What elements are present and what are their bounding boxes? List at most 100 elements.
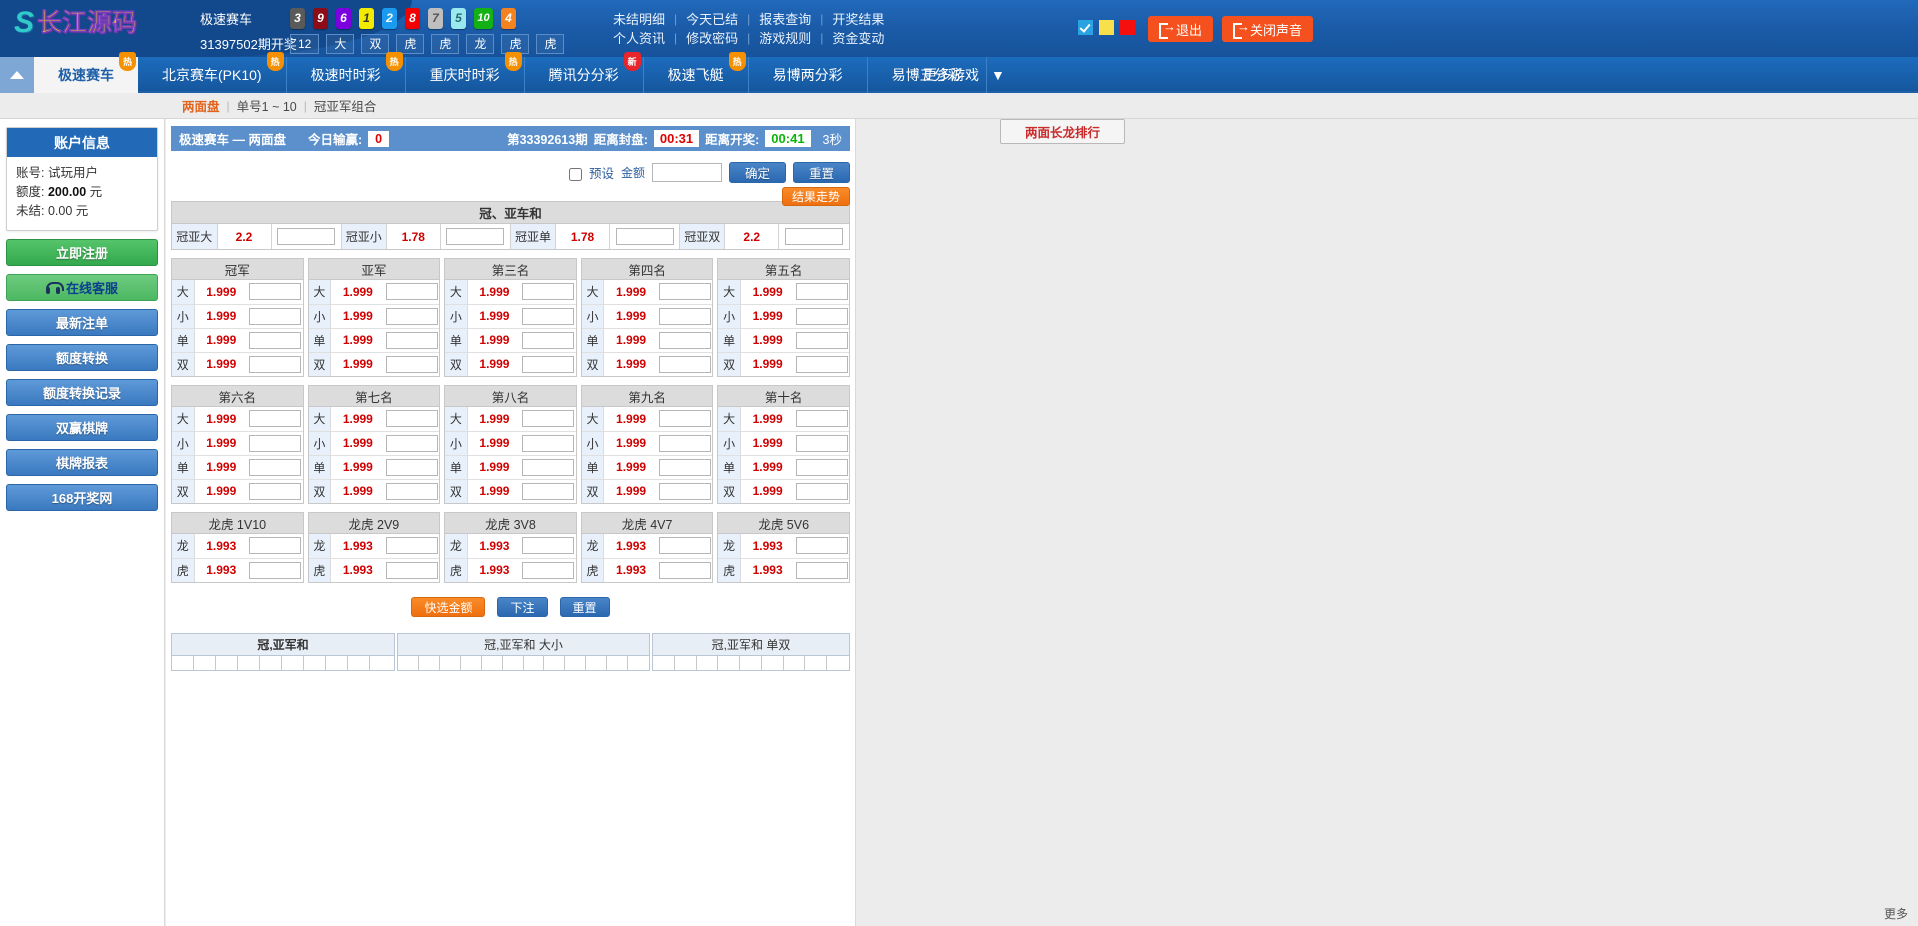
game-tab[interactable]: 易博两分彩 — [749, 57, 868, 93]
check-flag-icon[interactable] — [1078, 20, 1093, 35]
game-tab[interactable]: 北京赛车(PK10) 热 — [138, 52, 287, 93]
breadcrumb-item[interactable]: 两面盘 — [175, 96, 227, 115]
bet-amount-input[interactable] — [385, 331, 438, 349]
bet-amount-input[interactable] — [249, 458, 302, 476]
bet-amount-input[interactable] — [659, 355, 712, 373]
bet-amount-input[interactable] — [249, 283, 302, 301]
bet-amount-input[interactable] — [522, 307, 575, 325]
bet-amount-input[interactable] — [659, 482, 712, 500]
bet-amount-input[interactable] — [385, 410, 438, 428]
sidebar-button[interactable]: 棋牌报表 — [6, 449, 158, 476]
bet-amount-input[interactable] — [659, 331, 712, 349]
bet-amount-input[interactable] — [249, 307, 302, 325]
confirm-button[interactable]: 确定 — [728, 161, 786, 183]
bet-amount-input[interactable] — [249, 561, 302, 579]
bet-amount-input[interactable] — [795, 307, 848, 325]
footer-more-link[interactable]: 更多 — [1884, 905, 1908, 922]
gy-bet-input[interactable] — [615, 228, 674, 245]
header-nav-link[interactable]: 资金变动 — [823, 28, 893, 47]
preset-checkbox-label[interactable]: 预设 — [569, 163, 614, 182]
bet-amount-input[interactable] — [659, 434, 712, 452]
bet-amount-input[interactable] — [385, 283, 438, 301]
header-nav-link[interactable]: 今天已结 — [677, 9, 747, 28]
gy-bet-input[interactable] — [277, 228, 336, 245]
bet-amount-input[interactable] — [522, 482, 575, 500]
bet-amount-input[interactable] — [522, 283, 575, 301]
game-tab[interactable]: 极速时时彩热 — [287, 52, 406, 93]
sidebar-button[interactable]: 168开奖网 — [6, 484, 158, 511]
reset-amount-button[interactable]: 重置 — [792, 161, 850, 183]
collapse-toggle-button[interactable] — [0, 57, 34, 93]
header-nav-link[interactable]: 游戏规则 — [750, 28, 820, 47]
header-nav-link[interactable]: 未结明细 — [604, 9, 674, 28]
bet-amount-input[interactable] — [385, 561, 438, 579]
bet-amount-input[interactable] — [385, 458, 438, 476]
breadcrumb-item[interactable]: 单号1 ~ 10 — [230, 96, 304, 115]
long-dragon-ranking-button[interactable]: 两面长龙排行 — [1000, 119, 1125, 144]
gy-bet-input[interactable] — [446, 228, 505, 245]
bet-amount-input[interactable] — [795, 434, 848, 452]
bet-amount-input[interactable] — [522, 410, 575, 428]
bet-amount-input[interactable] — [249, 331, 302, 349]
bet-action-button[interactable]: 重置 — [559, 597, 610, 617]
bet-amount-input[interactable] — [249, 537, 302, 555]
bet-amount-input[interactable] — [659, 283, 712, 301]
sidebar-button[interactable]: 额度转换 — [6, 344, 158, 371]
bet-amount-input[interactable] — [659, 537, 712, 555]
brand-logo[interactable]: S 长江源码 — [14, 8, 137, 38]
red-flag-icon[interactable] — [1120, 20, 1135, 35]
table-row: 虎 1.993 — [172, 557, 303, 582]
sidebar-button[interactable]: 在线客服 — [6, 274, 158, 301]
amount-input[interactable] — [651, 162, 722, 182]
bet-amount-input[interactable] — [659, 307, 712, 325]
bet-amount-input[interactable] — [522, 458, 575, 476]
game-tab[interactable]: 重庆时时彩热 — [406, 52, 525, 93]
bet-amount-input[interactable] — [522, 355, 575, 373]
gy-bet-input[interactable] — [785, 228, 844, 245]
breadcrumb-item[interactable]: 冠亚军组合 — [307, 96, 384, 115]
bet-amount-input[interactable] — [795, 355, 848, 373]
bet-amount-input[interactable] — [522, 537, 575, 555]
bet-amount-input[interactable] — [385, 355, 438, 373]
bet-amount-input[interactable] — [795, 537, 848, 555]
sidebar-button[interactable]: 额度转换记录 — [6, 379, 158, 406]
mute-sound-button[interactable]: 关闭声音 — [1222, 16, 1314, 42]
exit-button[interactable]: 退出 — [1148, 16, 1214, 42]
bet-amount-input[interactable] — [249, 410, 302, 428]
header-nav-link[interactable]: 修改密码 — [677, 28, 747, 47]
bet-amount-input[interactable] — [522, 561, 575, 579]
bet-amount-input[interactable] — [795, 482, 848, 500]
yellow-flag-icon[interactable] — [1099, 20, 1114, 35]
bet-amount-input[interactable] — [795, 331, 848, 349]
bet-action-button[interactable]: 下注 — [497, 597, 548, 617]
bet-amount-input[interactable] — [659, 458, 712, 476]
bet-amount-input[interactable] — [385, 434, 438, 452]
sidebar-button[interactable]: 双赢棋牌 — [6, 414, 158, 441]
sidebar-button[interactable]: 立即注册 — [6, 239, 158, 266]
bet-amount-input[interactable] — [522, 434, 575, 452]
bet-amount-input[interactable] — [385, 537, 438, 555]
bet-amount-input[interactable] — [385, 307, 438, 325]
game-tab[interactable]: 极速赛车热 — [34, 52, 138, 93]
bet-amount-input[interactable] — [659, 561, 712, 579]
bet-amount-input[interactable] — [522, 331, 575, 349]
bet-amount-input[interactable] — [795, 561, 848, 579]
bet-amount-input[interactable] — [249, 482, 302, 500]
bet-amount-input[interactable] — [659, 410, 712, 428]
bet-amount-input[interactable] — [249, 434, 302, 452]
result-trend-button[interactable]: 结果走势 — [781, 187, 850, 206]
header-nav-link[interactable]: 报表查询 — [750, 9, 820, 28]
bet-amount-input[interactable] — [249, 355, 302, 373]
bet-amount-input[interactable] — [795, 283, 848, 301]
sidebar-button[interactable]: 最新注单 — [6, 309, 158, 336]
game-tab[interactable]: 腾讯分分彩新 — [525, 52, 644, 93]
header-nav-link[interactable]: 开奖结果 — [823, 9, 893, 28]
game-tab[interactable]: 极速飞艇热 — [644, 52, 749, 93]
more-games-tab[interactable]: 更多游戏 ▼ — [905, 57, 1023, 93]
bet-amount-input[interactable] — [795, 410, 848, 428]
bet-amount-input[interactable] — [795, 458, 848, 476]
bet-action-button[interactable]: 快选金额 — [411, 597, 486, 617]
bet-amount-input[interactable] — [385, 482, 438, 500]
preset-checkbox[interactable] — [569, 167, 583, 181]
header-nav-link[interactable]: 个人资讯 — [604, 28, 674, 47]
